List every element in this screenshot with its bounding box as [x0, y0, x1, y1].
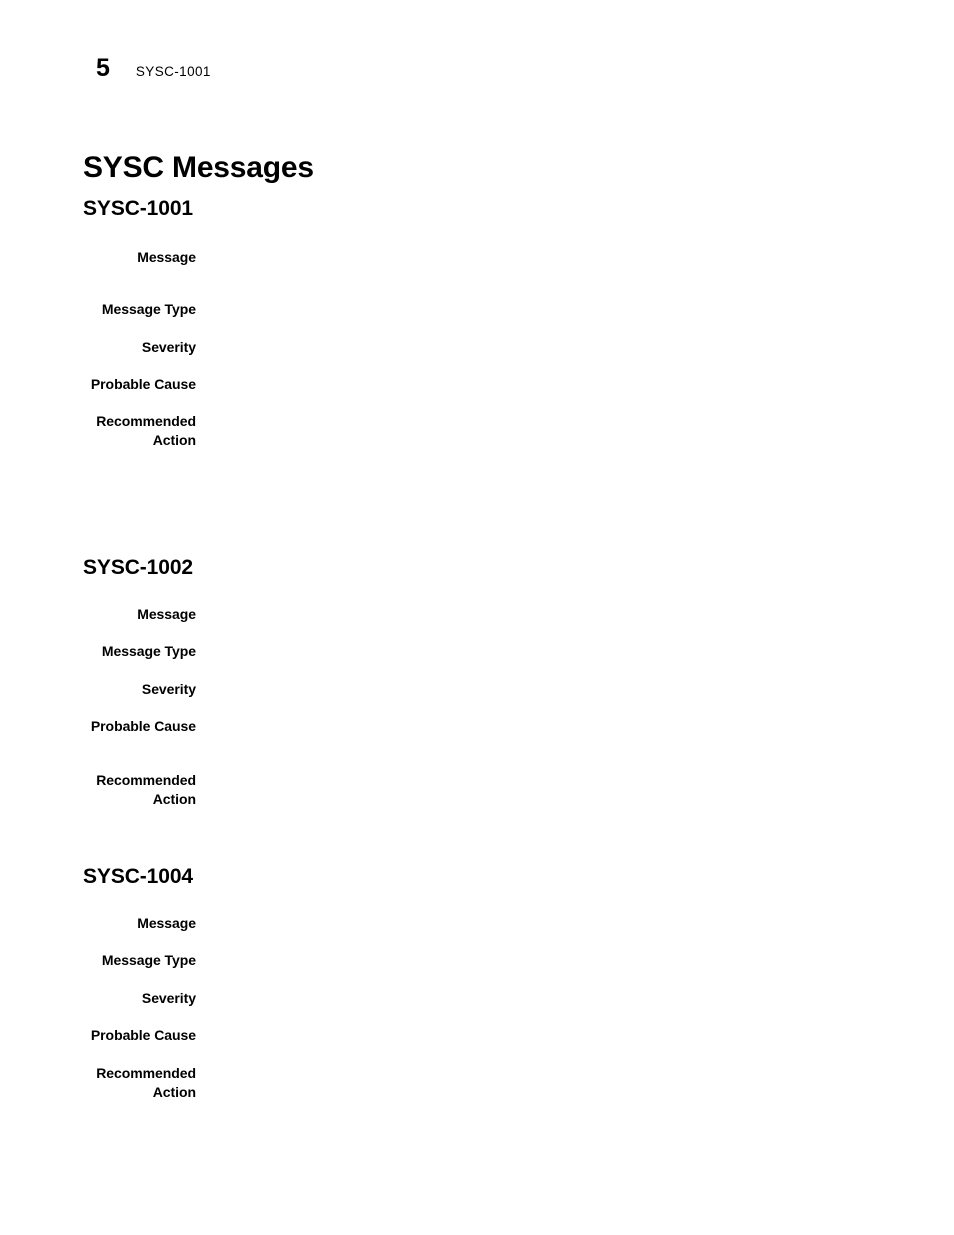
- field-label-message_type: Message Type: [101, 952, 196, 968]
- document-page: 5 SYSC-1001 SYSC Messages SYSC-1001 Messa…: [0, 0, 954, 1235]
- field-label-severity: Severity: [141, 339, 196, 355]
- field-label-probable_cause: Probable Cause: [90, 1027, 196, 1043]
- section-heading: SYSC-1002: [83, 556, 193, 579]
- running-header: 5 SYSC-1001: [96, 56, 211, 81]
- field-label-recommended_action: Recommended Action: [96, 413, 196, 448]
- section-heading: SYSC-1004: [83, 865, 193, 888]
- field-label-message: Message: [137, 249, 196, 265]
- page-number: 5: [96, 54, 110, 82]
- field-label-probable_cause: Probable Cause: [90, 376, 196, 392]
- field-label-recommended_action: Recommended Action: [96, 772, 196, 807]
- field-label-probable_cause: Probable Cause: [90, 718, 196, 734]
- field-label-severity: Severity: [141, 681, 196, 697]
- field-label-severity: Severity: [141, 990, 196, 1006]
- field-label-message: Message: [137, 606, 196, 622]
- header-chapter-reference: SYSC-1001: [135, 64, 211, 79]
- field-label-message_type: Message Type: [101, 301, 196, 317]
- section-heading: SYSC-1001: [83, 197, 193, 220]
- page-title: SYSC Messages: [83, 151, 314, 185]
- field-label-recommended_action: Recommended Action: [96, 1065, 196, 1100]
- field-label-message: Message: [137, 915, 196, 931]
- field-label-message_type: Message Type: [101, 643, 196, 659]
